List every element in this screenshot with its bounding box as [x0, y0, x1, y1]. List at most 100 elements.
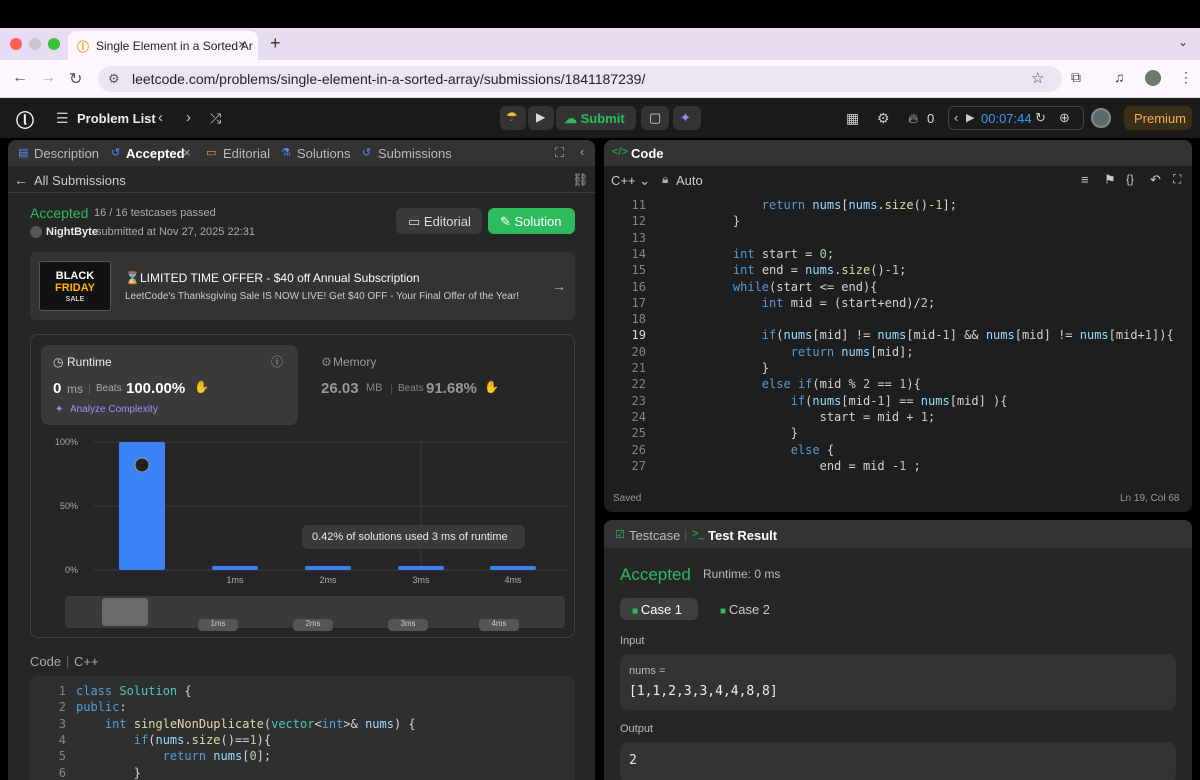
- submit-button[interactable]: ☁ Submit: [556, 106, 636, 130]
- username[interactable]: NightByte: [46, 226, 98, 238]
- extensions-icon[interactable]: ⧉: [1071, 69, 1081, 86]
- notes-icon[interactable]: ▢: [641, 106, 669, 130]
- minimap-handle[interactable]: [102, 598, 148, 626]
- code-line: 2 public:: [58, 700, 127, 715]
- checkbox-icon: ☑: [615, 529, 625, 541]
- editor-code[interactable]: 11 return nums[nums.size()-1]; 12 } 13 14 i…: [604, 198, 1192, 476]
- chart-bar-3ms[interactable]: [398, 566, 444, 570]
- runtime-chart[interactable]: 100% 50% 0% 1ms 2ms 3ms 4ms: [38, 430, 578, 590]
- browser-tab[interactable]: Single Element in a Sorted Ar: [68, 31, 258, 60]
- reload-icon[interactable]: ↻: [69, 69, 82, 89]
- auto-mode[interactable]: Auto: [676, 173, 703, 188]
- leetcode-logo-icon[interactable]: ⓛ: [16, 107, 34, 133]
- memory-beats-label: Beats: [398, 383, 424, 394]
- back-arrow-icon[interactable]: ←: [14, 172, 28, 188]
- code-line: 19 if(nums[mid] != nums[mid-1] && nums[m…: [631, 328, 1174, 343]
- code-line: 17 int mid = (start+end)/2;: [631, 295, 936, 310]
- memory-label[interactable]: Memory: [333, 355, 376, 369]
- premium-button[interactable]: Premium: [1124, 106, 1192, 130]
- promo-banner[interactable]: [30, 252, 575, 320]
- memory-value: 26.03: [321, 380, 359, 397]
- solution-button[interactable]: ✎ Solution: [488, 208, 575, 234]
- ai-assist-icon[interactable]: ✦: [673, 106, 701, 130]
- tab-menu-icon[interactable]: ⌄: [1178, 35, 1188, 49]
- timer-value: 00:07:44: [981, 111, 1032, 126]
- promo-arrow-icon[interactable]: →: [552, 278, 566, 294]
- output-box[interactable]: [620, 742, 1176, 780]
- x-tick-label: 1ms: [226, 575, 244, 585]
- site-info-icon[interactable]: ⚙: [108, 71, 120, 87]
- prev-problem-icon[interactable]: ‹: [158, 109, 163, 126]
- code-line: 26 else {: [631, 442, 835, 457]
- memory-icon: ⚙: [321, 355, 332, 369]
- collapse-panel-icon[interactable]: ‹: [580, 144, 584, 159]
- runtime-label: Runtime: [67, 355, 112, 369]
- undo-icon[interactable]: ↶: [1150, 172, 1161, 188]
- tab-close-icon[interactable]: ×: [183, 145, 191, 160]
- language-select[interactable]: C++ ⌄: [611, 173, 650, 189]
- editorial-button[interactable]: ▭ Editorial: [396, 208, 482, 234]
- debug-icon[interactable]: ☂: [500, 106, 526, 130]
- bookmark-star-icon[interactable]: ☆: [1031, 69, 1044, 87]
- case-1-tab[interactable]: ■ Case 1: [620, 598, 698, 620]
- streak-fire-icon[interactable]: 🔥︎: [908, 110, 918, 127]
- timer-play-icon[interactable]: ▶: [966, 111, 974, 124]
- shuffle-icon[interactable]: ⤮: [210, 110, 221, 127]
- analyze-complexity-link[interactable]: Analyze Complexity: [70, 404, 158, 415]
- bookmark-icon[interactable]: ⚑: [1104, 172, 1116, 188]
- tab-test-result[interactable]: Test Result: [708, 528, 777, 543]
- test-panel: ☑ Testcase | >_ Test Result Accepted Run…: [604, 520, 1192, 780]
- tab-accepted[interactable]: Accepted: [126, 146, 185, 161]
- tab-solutions[interactable]: Solutions: [297, 146, 350, 161]
- promo-title: ⌛LIMITED TIME OFFER - $40 off Annual Sub…: [125, 271, 420, 285]
- submission-status: Accepted: [30, 205, 89, 221]
- info-icon[interactable]: ⓘ: [271, 353, 283, 370]
- settings-icon[interactable]: ⚙: [877, 110, 890, 127]
- all-submissions-link[interactable]: All Submissions: [34, 173, 126, 188]
- chart-bar-2ms[interactable]: [305, 566, 351, 570]
- user-avatar[interactable]: [1091, 108, 1111, 128]
- case-2-tab[interactable]: ■ Case 2: [720, 602, 770, 617]
- tab-testcase[interactable]: Testcase: [629, 528, 680, 543]
- browser-menu-icon[interactable]: ⋮: [1179, 69, 1193, 86]
- zoom-window-icon[interactable]: [48, 38, 60, 50]
- new-tab-icon[interactable]: +: [270, 33, 281, 54]
- input-var: nums =: [629, 665, 666, 677]
- run-icon[interactable]: ▶: [528, 106, 554, 130]
- maximize-icon[interactable]: ⛶: [555, 145, 564, 161]
- editor-title: Code: [631, 146, 664, 161]
- timer-reset-icon[interactable]: ↻: [1035, 110, 1046, 126]
- chart-bar-1ms[interactable]: [212, 566, 258, 570]
- url-field[interactable]: leetcode.com/problems/single-element-in-…: [98, 66, 1062, 92]
- code-line: 24 start = mid + 1;: [631, 409, 936, 424]
- minimize-window-icon[interactable]: [29, 38, 41, 50]
- add-friend-icon[interactable]: ⊕: [1059, 110, 1070, 126]
- profile-avatar[interactable]: [1145, 70, 1161, 86]
- layout-icon[interactable]: ▦: [846, 110, 859, 127]
- tab-close-icon[interactable]: ×: [238, 36, 246, 52]
- edit-icon: ✎: [500, 214, 515, 229]
- submitted-code: 1 class Solution {2 public: 3 int singleNon…: [30, 684, 575, 780]
- next-problem-icon[interactable]: ›: [186, 109, 191, 126]
- timer-collapse-icon[interactable]: ‹: [954, 110, 958, 125]
- input-box[interactable]: [620, 654, 1176, 710]
- editorial-tab-icon: ▭: [206, 147, 217, 159]
- fullscreen-icon[interactable]: ⛶: [1173, 172, 1181, 187]
- code-line: 14 int start = 0;: [631, 246, 835, 261]
- back-icon[interactable]: ←: [12, 69, 28, 87]
- braces-icon[interactable]: {}: [1126, 172, 1134, 186]
- leetcode-favicon-icon: ⓛ: [77, 40, 90, 54]
- tab-submissions[interactable]: Submissions: [378, 146, 452, 161]
- close-window-icon[interactable]: [10, 38, 22, 50]
- tab-editorial[interactable]: Editorial: [223, 146, 270, 161]
- format-icon[interactable]: ≡: [1081, 172, 1089, 187]
- chart-bar-4ms[interactable]: [490, 566, 536, 570]
- forward-icon[interactable]: →: [40, 69, 56, 87]
- share-link-icon[interactable]: ⛓: [572, 172, 589, 188]
- your-submission-avatar[interactable]: [134, 457, 150, 473]
- media-icon[interactable]: ♫: [1114, 69, 1125, 85]
- code-line: 12 }: [631, 214, 741, 229]
- tab-description[interactable]: Description: [34, 146, 99, 161]
- memory-beats: 91.68%: [426, 380, 477, 397]
- problem-list-link[interactable]: Problem List: [77, 111, 156, 126]
